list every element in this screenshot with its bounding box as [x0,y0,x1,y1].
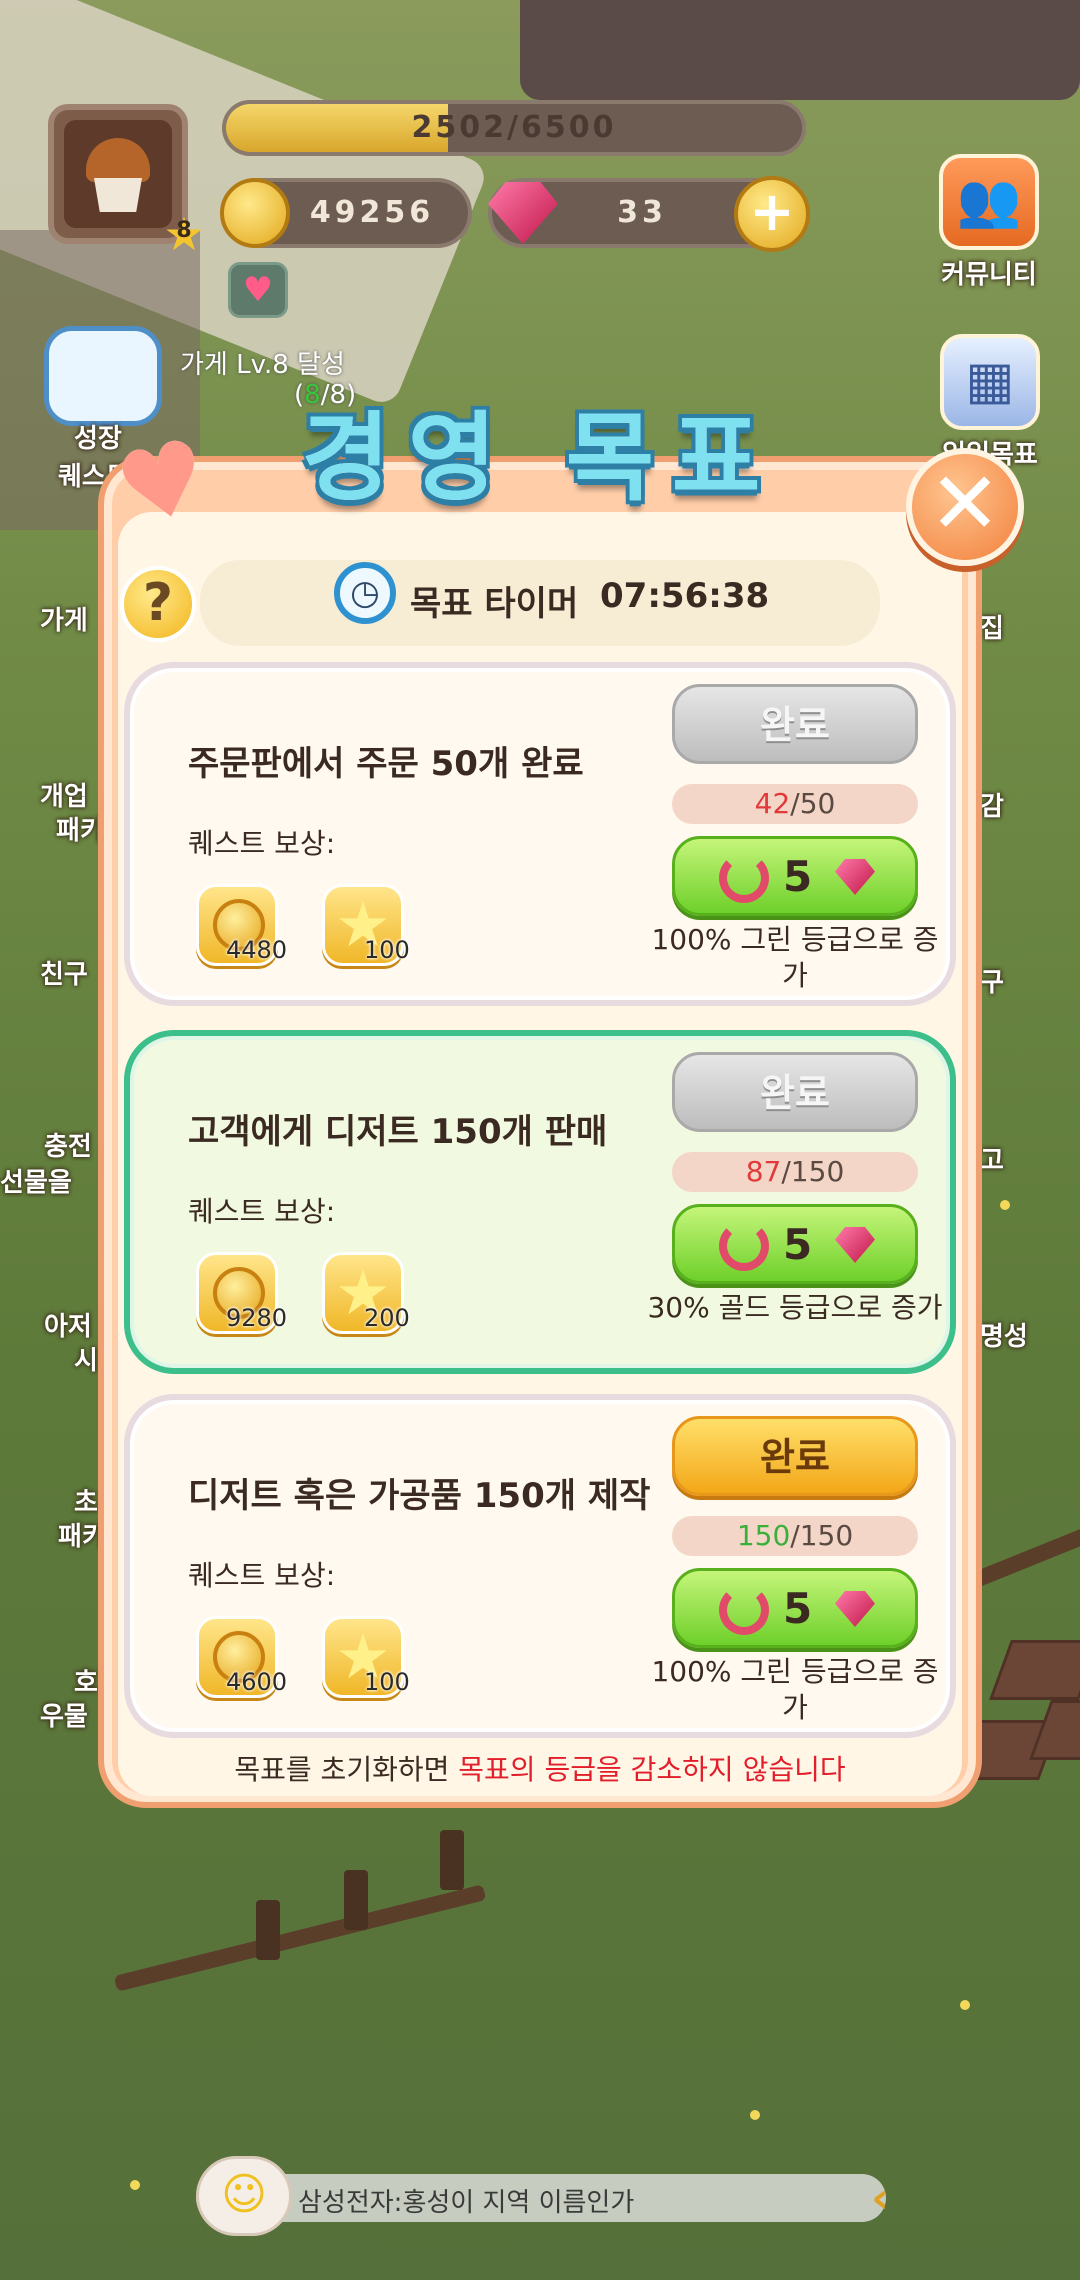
coin-reward-amount: 4600 [226,1668,288,1696]
refresh-icon [719,853,769,903]
coin-amount: 49256 [309,195,435,230]
timer-value: 07:56:38 [600,576,770,616]
background-tile [989,1640,1080,1700]
background-fence-post [440,1830,464,1890]
reset-notice-highlight: 목표의 등급을 감소하지 않습니다 [458,1753,846,1786]
xp-text: 2502/6500 [411,110,617,145]
gem-icon [835,859,875,895]
background-flower [1000,1200,1010,1210]
refresh-icon [719,1221,769,1271]
chat-message: 삼성전자:홍성이 지역 이름인가 [298,2188,635,2218]
background-flower [750,2110,760,2120]
grade-bonus-text: 100% 그린 등급으로 증가 [651,1655,939,1724]
quest-title: 주문판에서 주문 50개 완료 [188,744,584,784]
background-fence-post [344,1870,368,1930]
heart-icon: ♥ [242,270,274,310]
refresh-quest-button[interactable]: 5 [672,1568,918,1648]
community-label: 커뮤니티 [941,260,1037,290]
grade-bonus-text: 100% 그린 등급으로 증가 [651,923,939,992]
side-left-label: 개업 [40,782,88,812]
refresh-quest-button[interactable]: 5 [672,836,918,916]
quest-progress: 150/150 [672,1516,918,1556]
star-reward-amount: 100 [364,1668,410,1696]
side-left-label: 우물 [40,1702,88,1732]
side-left-label: 충전 [44,1132,92,1162]
side-left-label: 초 [74,1488,98,1518]
side-right-label-5: 구 [980,968,1004,998]
close-icon: ✕ [928,454,1002,554]
refresh-quest-button[interactable]: 5 [672,1204,918,1284]
side-left-label: 아저 [44,1312,92,1342]
coin-reward-amount: 4480 [226,936,288,964]
quest-title: 디저트 혹은 가공품 150개 제작 [188,1476,651,1516]
side-left-label: 시 [74,1346,98,1376]
background-flower [960,2000,970,2010]
reward-label: 퀘스트 보상: [188,1559,336,1592]
refresh-icon [719,1585,769,1635]
gem-icon [835,1227,875,1263]
background-flower [130,2180,140,2190]
side-left-label: 호 [74,1668,98,1698]
side-right-label-6: 고 [980,1146,1004,1176]
reward-label: 퀘스트 보상: [188,1195,336,1228]
complete-button[interactable]: 완료 [672,1416,918,1496]
side-left-label: 패키 [56,816,104,846]
chevron-left-icon[interactable]: ‹ [862,2174,898,2222]
chat-bubble-icon[interactable]: ☺ [196,2156,292,2236]
add-gems-button[interactable]: + [734,176,810,252]
reset-notice: 목표를 초기화하면 목표의 등급을 감소하지 않습니다 [118,1748,962,1788]
quest-card: 주문판에서 주문 50개 완료 퀘스트 보상: 4480 ★ 100 완료 42… [124,662,956,1006]
refresh-cost: 5 [783,1584,813,1633]
gem-icon [835,1591,875,1627]
quest-progress: 42/50 [672,784,918,824]
quest-title: 고객에게 디저트 150개 판매 [188,1112,608,1152]
side-right-label-7: 명성 [980,1322,1028,1352]
grade-bonus-text: 30% 골드 등급으로 증가 [647,1291,943,1324]
gem-counter: 33 + [488,176,810,252]
xp-bar: 2502/6500 [222,100,806,156]
side-right-label-4: 감 [980,792,1004,822]
background-fence [113,1884,487,1992]
side-left-label: 선물을 [0,1168,72,1198]
background-building [520,0,1080,100]
gem-amount: 33 [617,195,667,230]
gem-icon [488,182,558,244]
quest-card: 디저트 혹은 가공품 150개 제작 퀘스트 보상: 4600 ★ 100 완료… [124,1394,956,1738]
player-level: 8 [176,218,192,243]
community-button[interactable]: 👥 커뮤니티 [924,154,1054,291]
star-reward-amount: 200 [364,1304,410,1332]
reset-notice-prefix: 목표를 초기화하면 [234,1753,459,1786]
refresh-cost: 5 [783,852,813,901]
muffin-icon [64,120,172,228]
quest-progress: 87/150 [672,1152,918,1192]
help-button[interactable]: ? [120,566,196,642]
side-left-label: 친구 [40,960,88,990]
complete-button[interactable]: 완료 [672,1052,918,1132]
star-reward-amount: 100 [364,936,410,964]
coin-counter: 49256 [220,178,472,248]
timer-label: 목표 타이머 [410,584,579,624]
quest-hint-text: 가게 Lv.8 달성 [180,350,345,380]
refresh-cost: 5 [783,1220,813,1269]
people-icon: 👥 [939,154,1039,250]
reward-label: 퀘스트 보상: [188,827,336,860]
quest-card: 고객에게 디저트 150개 판매 퀘스트 보상: 9280 ★ 200 완료 8… [124,1030,956,1374]
close-button[interactable]: ✕ [906,448,1024,566]
side-right-label-3: 집 [980,614,1004,644]
heart-button[interactable]: ♥ [228,262,288,318]
background-fence-post [256,1900,280,1960]
coin-reward-amount: 9280 [226,1304,288,1332]
alarm-clock-icon: ◷ [334,562,396,624]
plus-icon: + [749,180,795,243]
coin-icon [220,178,290,248]
question-icon: ? [142,573,174,633]
side-left-label: 가게 [40,606,88,636]
complete-button[interactable]: 완료 [672,684,918,764]
